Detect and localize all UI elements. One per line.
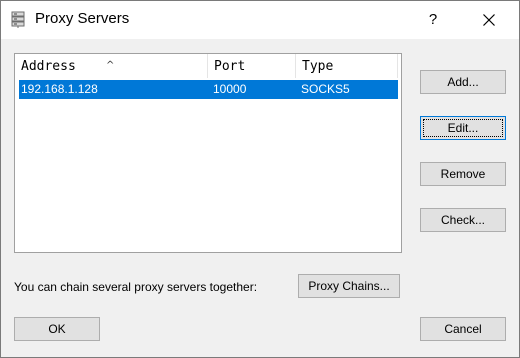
edit-button-label: Edit... <box>423 119 503 137</box>
help-button[interactable]: ? <box>411 1 455 39</box>
cell-address: 192.168.1.128 <box>21 82 98 96</box>
chain-description: You can chain several proxy servers toge… <box>14 280 258 294</box>
column-header-label: Port <box>214 59 246 74</box>
list-header: Address ^ Port Type <box>15 54 401 78</box>
ok-button[interactable]: OK <box>14 317 100 341</box>
column-header-port[interactable]: Port <box>208 54 296 78</box>
remove-button[interactable]: Remove <box>420 162 506 186</box>
table-row[interactable]: 192.168.1.128 10000 SOCKS5 <box>19 80 398 99</box>
window-title: Proxy Servers <box>35 10 130 27</box>
close-button[interactable] <box>467 1 511 39</box>
add-button[interactable]: Add... <box>420 70 506 94</box>
check-button[interactable]: Check... <box>420 208 506 232</box>
proxy-servers-dialog: Proxy Servers ? Address ^ Port Type 192.… <box>0 0 520 358</box>
close-icon <box>483 14 495 26</box>
server-icon <box>11 11 27 29</box>
column-header-label: Type <box>302 59 334 74</box>
column-header-label: Address <box>21 59 76 74</box>
proxy-list[interactable]: Address ^ Port Type 192.168.1.128 10000 … <box>14 53 402 253</box>
title-bar: Proxy Servers ? <box>1 1 519 39</box>
cell-port: 10000 <box>213 82 247 96</box>
column-header-address[interactable]: Address ^ <box>15 54 208 78</box>
cell-type: SOCKS5 <box>301 82 350 96</box>
sort-ascending-icon: ^ <box>106 60 115 71</box>
column-header-type[interactable]: Type <box>296 54 398 78</box>
edit-button[interactable]: Edit... <box>420 116 506 140</box>
proxy-chains-button[interactable]: Proxy Chains... <box>298 274 400 298</box>
cancel-button[interactable]: Cancel <box>420 317 506 341</box>
